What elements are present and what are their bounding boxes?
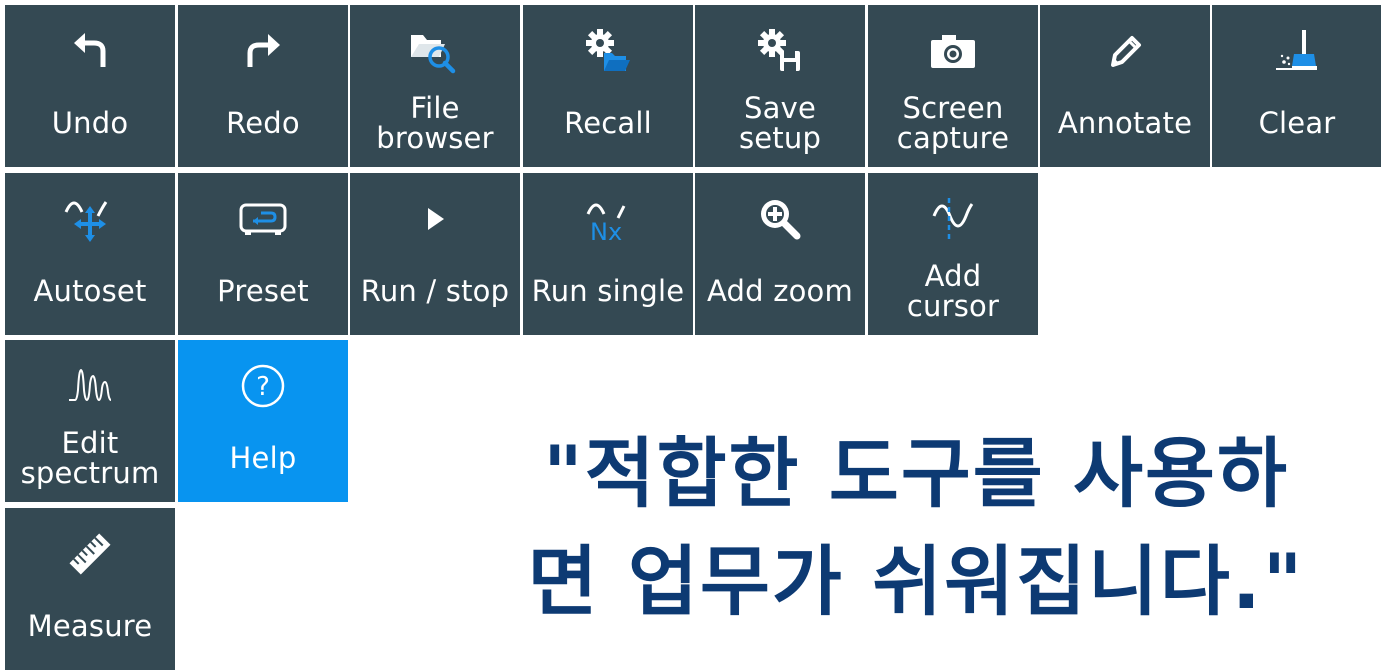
add-cursor-button[interactable]: Add cursor <box>868 173 1038 335</box>
ruler-icon <box>5 522 175 586</box>
gear-floppy-icon <box>695 19 865 83</box>
wave-cursor-icon <box>868 187 1038 251</box>
undo-button[interactable]: Undo <box>5 5 175 167</box>
annotate-button[interactable]: Annotate <box>1040 5 1210 167</box>
preset-button[interactable]: Preset <box>178 173 348 335</box>
wave-nx-icon: Nx <box>523 187 693 251</box>
annotate-label: Annotate <box>1057 106 1193 140</box>
question-circle-icon: ? <box>178 354 348 418</box>
quote-line-1: "적합한 도구를 사용하 <box>543 429 1289 518</box>
measure-button[interactable]: Measure <box>5 508 175 670</box>
add-zoom-label: Add zoom <box>707 274 853 308</box>
run-stop-button[interactable]: Run / stop <box>350 173 520 335</box>
quote-text: "적합한 도구를 사용하 면 업무가 쉬워집니다." <box>466 420 1366 636</box>
svg-text:Nx: Nx <box>590 218 622 242</box>
undo-label: Undo <box>51 106 129 140</box>
recall-label: Recall <box>564 106 652 140</box>
preset-device-icon <box>178 187 348 251</box>
add-zoom-button[interactable]: Add zoom <box>695 173 865 335</box>
add-cursor-label: Add cursor <box>906 259 1000 323</box>
file-browser-button[interactable]: File browser <box>350 5 520 167</box>
gear-folder-icon <box>523 19 693 83</box>
broom-icon <box>1212 19 1381 83</box>
preset-label: Preset <box>217 274 309 308</box>
measure-label: Measure <box>27 609 153 643</box>
svg-text:?: ? <box>256 372 270 402</box>
screen-capture-button[interactable]: Screen capture <box>868 5 1038 167</box>
screen-capture-label: Screen capture <box>896 91 1010 155</box>
save-setup-label: Save setup <box>738 91 822 155</box>
redo-button[interactable]: Redo <box>178 5 348 167</box>
autoset-label: Autoset <box>33 274 147 308</box>
redo-arrow-icon <box>178 19 348 83</box>
folder-search-icon <box>350 19 520 83</box>
wave-move-icon <box>5 187 175 251</box>
save-setup-button[interactable]: Save setup <box>695 5 865 167</box>
play-icon <box>350 187 520 251</box>
help-label: Help <box>229 441 297 475</box>
file-browser-label: File browser <box>376 91 494 155</box>
run-stop-label: Run / stop <box>360 274 510 308</box>
camera-icon <box>868 19 1038 83</box>
quote-line-2: 면 업무가 쉬워집니다." <box>527 537 1305 626</box>
run-single-button[interactable]: Nx Run single <box>523 173 693 335</box>
run-single-label: Run single <box>531 274 685 308</box>
autoset-button[interactable]: Autoset <box>5 173 175 335</box>
undo-arrow-icon <box>5 19 175 83</box>
spectrum-icon <box>5 354 175 418</box>
edit-spectrum-label: Edit spectrum <box>20 426 160 490</box>
help-button[interactable]: ? Help <box>178 340 348 502</box>
redo-label: Redo <box>226 106 300 140</box>
pencil-icon <box>1040 19 1210 83</box>
clear-button[interactable]: Clear <box>1212 5 1381 167</box>
recall-button[interactable]: Recall <box>523 5 693 167</box>
clear-label: Clear <box>1258 106 1336 140</box>
edit-spectrum-button[interactable]: Edit spectrum <box>5 340 175 502</box>
zoom-in-icon <box>695 187 865 251</box>
